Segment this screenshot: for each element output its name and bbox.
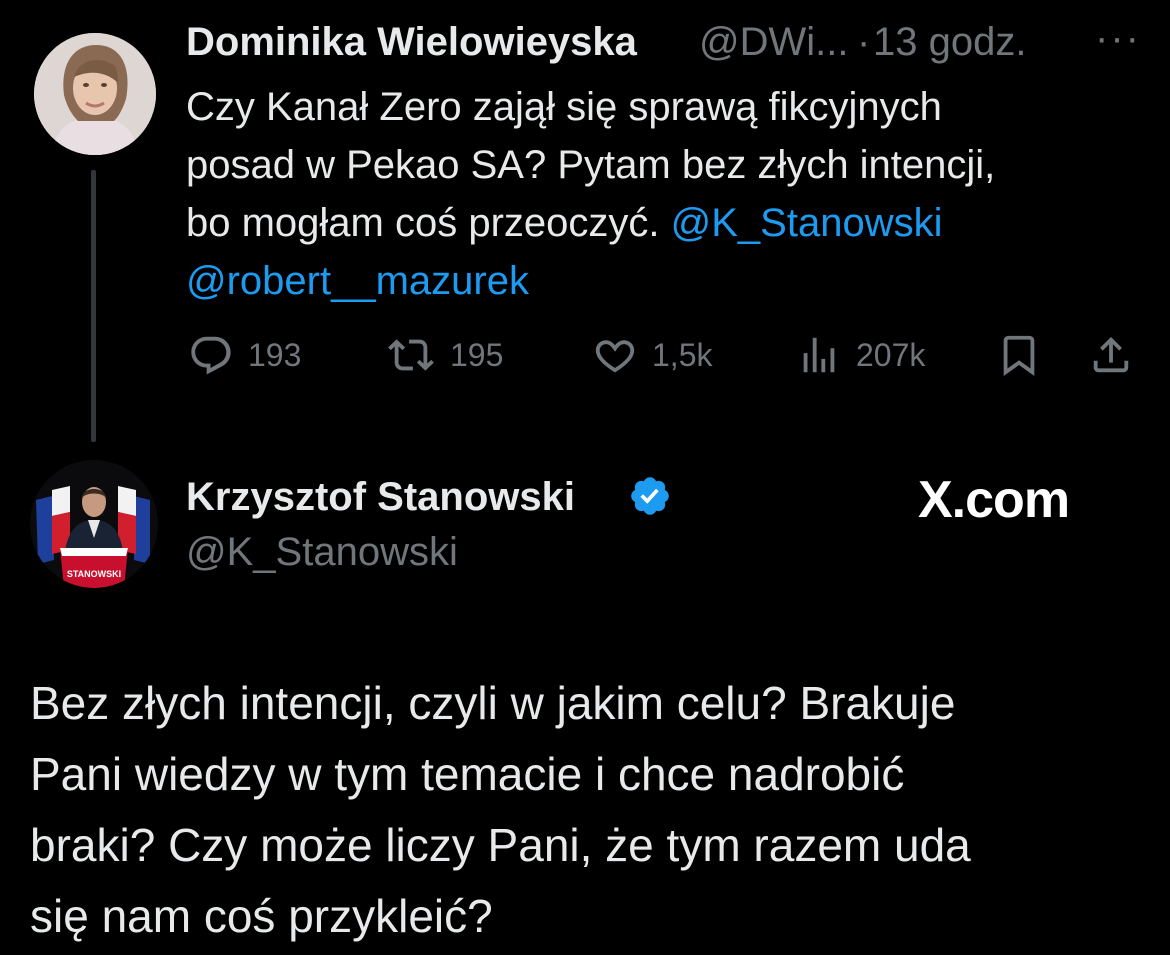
views-icon [803,337,835,373]
heart-icon [595,340,635,373]
tweet-text-line: braki? Czy może liczy Pani, że tym razem… [30,819,971,871]
tweet-text: Bez złych intencji, czyli w jakim celu? … [30,668,1140,952]
reply-button[interactable]: 193 [188,332,301,378]
views-count: 207k [856,336,926,373]
views-button[interactable]: 207k [796,332,925,378]
tweet-text-line: bo mogłam coś przeoczyć. @K_Stanowski [186,194,1146,252]
tweet-text-line: posad w Pekao SA? Pytam bez złych intenc… [186,143,996,187]
tweet-text-line: Czy Kanał Zero zajął się sprawą fikcyjny… [186,85,942,129]
tweet-text-line: Bez złych intencji, czyli w jakim celu? … [30,677,956,729]
tweet-text-line: Pani wiedzy w tym temacie i chce nadrobi… [30,748,905,800]
mention-link[interactable]: @robert__mazurek [186,252,1146,310]
avatar-krzysztof-stanowski[interactable]: STANOWSKI [30,460,158,588]
tweet-text-line: się nam coś przykleić? [30,890,493,942]
avatar-dominika-wielowieyska[interactable] [34,33,156,155]
bookmark-button[interactable] [996,332,1042,378]
reply-icon [191,336,231,375]
avatar-portrait: STANOWSKI [30,460,158,588]
tweet-text: Czy Kanał Zero zajął się sprawą fikcyjny… [186,78,1146,310]
podium-label: STANOWSKI [67,569,121,579]
tweet-timestamp[interactable]: 13 godz. [873,20,1026,65]
avatar-portrait [34,33,156,155]
x-com-watermark: X.com [918,471,1070,529]
author-name[interactable]: Krzysztof Stanowski [186,475,575,520]
like-count: 1,5k [652,336,713,373]
retweet-count: 195 [450,336,504,373]
author-handle[interactable]: @DWi... [699,20,848,65]
retweet-button[interactable]: 195 [386,332,503,378]
share-button[interactable] [1088,332,1134,378]
thread-connector-line [91,170,96,442]
verified-badge-icon[interactable] [628,474,672,518]
more-options-icon[interactable]: ··· [1095,16,1141,61]
like-button[interactable]: 1,5k [592,332,712,378]
mention-link[interactable]: @K_Stanowski [671,201,943,245]
separator-dot: · [857,20,871,64]
tweet-text-fragment: bo mogłam coś przeoczyć. [186,201,671,245]
retweet-icon [388,339,434,371]
share-icon [1093,336,1129,373]
author-handle[interactable]: @K_Stanowski [186,530,458,575]
bookmark-icon [1003,335,1035,376]
author-name[interactable]: Dominika Wielowieyska [186,20,637,65]
reply-count: 193 [248,336,302,373]
